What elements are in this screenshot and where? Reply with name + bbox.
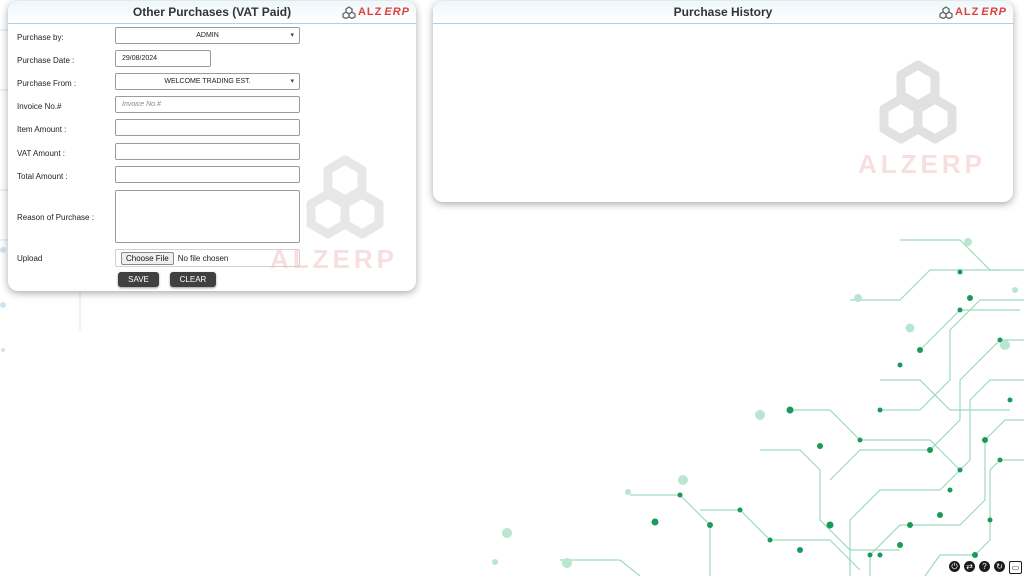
invoice-no-field[interactable] [115, 96, 300, 113]
purchase-from-label: Purchase From : [17, 79, 77, 88]
purchase-form: ALZERP Purchase by: ADMIN ▾ Purchase Dat… [8, 24, 416, 291]
purchase-from-select[interactable]: WELCOME TRADING EST. ▾ [115, 73, 300, 90]
upload-status: No file chosen [177, 253, 229, 263]
help-icon[interactable]: ? [979, 561, 990, 572]
clear-button[interactable]: CLEAR [170, 272, 216, 287]
alzerp-logo: ALZ ERP [939, 4, 1007, 20]
power-icon[interactable]: ⏻ [949, 561, 960, 572]
invoice-no-label: Invoice No.# [17, 102, 62, 111]
sync-icon[interactable]: ⇄ [964, 561, 975, 572]
vat-amount-label: VAT Amount : [17, 149, 66, 158]
item-amount-label: Item Amount : [17, 125, 67, 134]
other-purchases-panel: Other Purchases (VAT Paid) ALZ ERP ALZER… [8, 1, 416, 291]
vat-amount-field[interactable] [115, 143, 300, 160]
purchase-by-label: Purchase by: [17, 33, 64, 42]
item-amount-field[interactable] [115, 119, 300, 136]
history-panel-title: Purchase History [673, 5, 773, 19]
watermark-logo-icon [306, 155, 384, 239]
purchase-date-label: Purchase Date : [17, 56, 75, 65]
total-amount-input[interactable] [116, 167, 299, 182]
purchase-date-input[interactable] [116, 51, 210, 66]
logo-hexagon-icon [342, 5, 356, 19]
purchase-from-value: WELCOME TRADING EST. [164, 78, 251, 85]
chevron-down-icon: ▾ [290, 32, 294, 39]
history-watermark: ALZERP [858, 59, 986, 180]
purchase-history-panel: Purchase History ALZ ERP ALZERP [433, 1, 1013, 202]
purchase-by-select[interactable]: ADMIN ▾ [115, 27, 300, 44]
logo-hexagon-icon [939, 5, 953, 19]
alzerp-logo: ALZ ERP [342, 4, 410, 20]
choose-file-button[interactable]: Choose File [121, 251, 174, 265]
total-amount-label: Total Amount : [17, 172, 68, 181]
file-upload[interactable]: Choose File No file chosen [115, 249, 300, 267]
item-amount-input[interactable] [116, 120, 299, 135]
chevron-down-icon: ▾ [290, 78, 294, 85]
refresh-icon[interactable]: ↻ [994, 561, 1005, 572]
watermark-logo-icon [879, 60, 957, 144]
invoice-no-input[interactable] [116, 97, 299, 112]
form-panel-title: Other Purchases (VAT Paid) [132, 5, 292, 19]
purchase-by-value: ADMIN [196, 32, 219, 39]
purchase-date-field[interactable] [115, 50, 211, 67]
reason-textarea[interactable] [115, 190, 300, 243]
save-button[interactable]: SAVE [118, 272, 159, 287]
vat-amount-input[interactable] [116, 144, 299, 159]
reason-label: Reason of Purchase : [17, 213, 94, 222]
form-panel-header: Other Purchases (VAT Paid) ALZ ERP [8, 1, 416, 24]
system-tray: ⏻ ⇄ ? ↻ ▭ [949, 561, 1022, 574]
window-icon[interactable]: ▭ [1009, 561, 1022, 574]
upload-label: Upload [17, 254, 43, 263]
history-panel-header: Purchase History ALZ ERP [433, 1, 1013, 24]
total-amount-field[interactable] [115, 166, 300, 183]
